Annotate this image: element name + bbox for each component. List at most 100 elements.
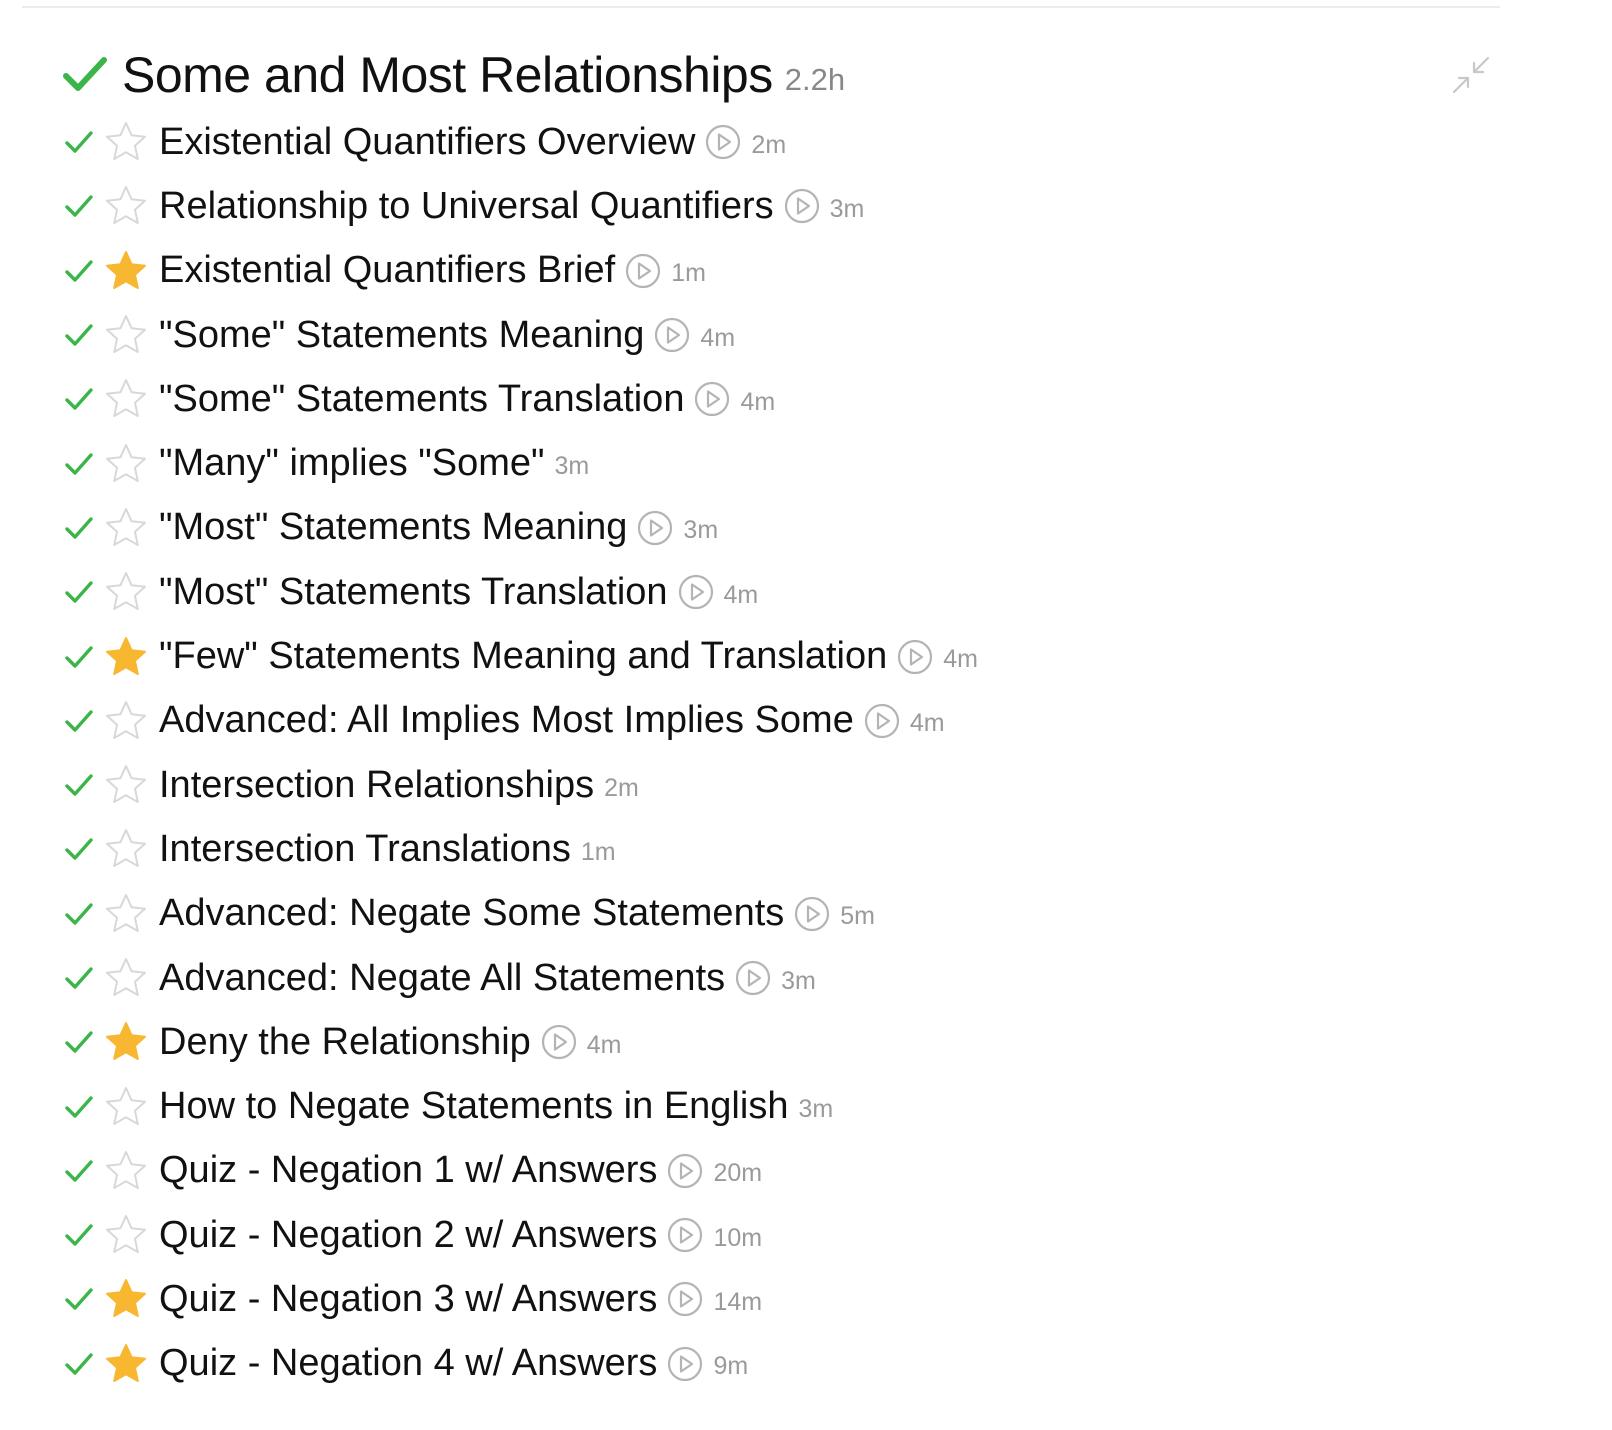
check-icon	[62, 961, 96, 995]
star-outline-icon[interactable]	[104, 827, 148, 871]
star-outline-icon[interactable]	[104, 442, 148, 486]
lesson-duration: 9m	[713, 1352, 749, 1381]
lesson-row[interactable]: Quiz - Negation 3 w/ Answers 14m	[62, 1267, 1512, 1331]
play-circle-icon[interactable]	[784, 188, 820, 224]
lesson-title: Existential Quantifiers Brief	[159, 249, 616, 292]
lesson-duration: 5m	[840, 902, 875, 931]
star-outline-icon[interactable]	[104, 699, 148, 743]
play-circle-icon[interactable]	[667, 1346, 703, 1382]
play-circle-icon[interactable]	[625, 253, 661, 289]
star-outline-icon[interactable]	[104, 763, 148, 807]
lesson-row[interactable]: Quiz - Negation 4 w/ Answers 9m	[62, 1332, 1512, 1396]
lesson-duration: 20m	[713, 1159, 763, 1188]
lesson-row[interactable]: Advanced: Negate All Statements 3m	[62, 946, 1512, 1010]
star-outline-icon[interactable]	[104, 956, 148, 1000]
lesson-duration: 10m	[713, 1223, 763, 1252]
star-outline-icon[interactable]	[104, 570, 148, 614]
lesson-title: "Many" implies "Some"	[159, 442, 545, 485]
check-icon	[62, 704, 96, 738]
play-circle-icon[interactable]	[667, 1153, 703, 1189]
lesson-row[interactable]: Existential Quantifiers Overview 2m	[62, 110, 1512, 174]
lesson-row[interactable]: Quiz - Negation 2 w/ Answers 10m	[62, 1203, 1512, 1267]
lesson-row[interactable]: Intersection Relationships 2m	[62, 753, 1512, 817]
play-circle-icon[interactable]	[654, 317, 690, 353]
play-circle-icon[interactable]	[735, 960, 771, 996]
lesson-row[interactable]: "Most" Statements Translation 4m	[62, 560, 1512, 624]
lesson-duration: 14m	[713, 1287, 763, 1316]
lesson-row[interactable]: "Many" implies "Some" 3m	[62, 431, 1512, 495]
check-icon	[62, 254, 96, 288]
check-icon	[62, 1282, 96, 1316]
lesson-title: "Some" Statements Meaning	[159, 313, 645, 356]
star-outline-icon[interactable]	[104, 1213, 148, 1257]
lesson-title: How to Negate Statements in English	[159, 1085, 789, 1128]
lesson-duration: 4m	[723, 580, 759, 609]
collapse-arrows-icon[interactable]	[1450, 54, 1492, 96]
lesson-row[interactable]: Intersection Translations 1m	[62, 817, 1512, 881]
lesson-row[interactable]: Relationship to Universal Quantifiers 3m	[62, 174, 1512, 238]
play-circle-icon[interactable]	[667, 1217, 703, 1253]
lesson-row[interactable]: Deny the Relationship 4m	[62, 1010, 1512, 1074]
lesson-row[interactable]: Advanced: Negate Some Statements 5m	[62, 882, 1512, 946]
lesson-row[interactable]: Quiz - Negation 1 w/ Answers 20m	[62, 1139, 1512, 1203]
lesson-title: Quiz - Negation 1 w/ Answers	[159, 1149, 658, 1192]
check-icon	[62, 575, 96, 609]
lesson-duration: 3m	[554, 452, 590, 481]
lesson-title: Advanced: Negate All Statements	[159, 956, 726, 999]
check-icon	[62, 1090, 96, 1124]
star-outline-icon[interactable]	[104, 506, 148, 550]
lesson-row[interactable]: "Some" Statements Meaning 4m	[62, 303, 1512, 367]
lesson-row[interactable]: Existential Quantifiers Brief 1m	[62, 239, 1512, 303]
check-icon	[62, 125, 96, 159]
lesson-duration: 3m	[829, 194, 865, 223]
play-circle-icon[interactable]	[705, 124, 741, 160]
play-circle-icon[interactable]	[678, 574, 714, 610]
lesson-title: "Most" Statements Meaning	[159, 506, 628, 549]
lesson-duration: 1m	[580, 837, 616, 866]
star-outline-icon[interactable]	[104, 892, 148, 936]
play-circle-icon[interactable]	[667, 1281, 703, 1317]
play-circle-icon[interactable]	[637, 510, 673, 546]
lesson-duration: 4m	[700, 323, 736, 352]
star-filled-icon[interactable]	[104, 249, 148, 293]
lesson-title: Advanced: All Implies Most Implies Some	[159, 699, 854, 742]
lesson-row[interactable]: Advanced: All Implies Most Implies Some …	[62, 689, 1512, 753]
lesson-row[interactable]: "Few" Statements Meaning and Translation…	[62, 624, 1512, 688]
lesson-duration: 4m	[586, 1030, 622, 1059]
lesson-duration: 3m	[683, 516, 719, 545]
lesson-title: "Few" Statements Meaning and Translation	[159, 635, 888, 678]
check-icon	[62, 1218, 96, 1252]
star-filled-icon[interactable]	[104, 1020, 148, 1064]
lesson-title: "Most" Statements Translation	[159, 570, 668, 613]
star-filled-icon[interactable]	[104, 1342, 148, 1386]
star-filled-icon[interactable]	[104, 1277, 148, 1321]
lesson-duration: 1m	[671, 259, 706, 288]
play-circle-icon[interactable]	[897, 639, 933, 675]
check-icon	[62, 897, 96, 931]
play-circle-icon[interactable]	[694, 381, 730, 417]
star-outline-icon[interactable]	[104, 1085, 148, 1129]
section-header[interactable]: Some and Most Relationships 2.2h	[62, 40, 1512, 110]
play-circle-icon[interactable]	[541, 1024, 577, 1060]
check-icon	[62, 52, 108, 98]
lesson-duration: 4m	[943, 645, 978, 674]
lesson-row[interactable]: How to Negate Statements in English 3m	[62, 1074, 1512, 1138]
star-filled-icon[interactable]	[104, 635, 148, 679]
check-icon	[62, 511, 96, 545]
play-circle-icon[interactable]	[864, 703, 900, 739]
course-section: Some and Most Relationships 2.2h Existen…	[0, 0, 1612, 1430]
play-circle-icon[interactable]	[794, 896, 830, 932]
lesson-row[interactable]: "Most" Statements Meaning 3m	[62, 496, 1512, 560]
lesson-row[interactable]: "Some" Statements Translation 4m	[62, 367, 1512, 431]
star-outline-icon[interactable]	[104, 184, 148, 228]
star-outline-icon[interactable]	[104, 1149, 148, 1193]
star-outline-icon[interactable]	[104, 313, 148, 357]
check-icon	[62, 640, 96, 674]
star-outline-icon[interactable]	[104, 120, 148, 164]
lesson-duration: 4m	[909, 709, 945, 738]
lesson-duration: 3m	[798, 1095, 834, 1124]
section-duration: 2.2h	[784, 62, 846, 97]
lesson-title: Intersection Relationships	[159, 763, 595, 806]
star-outline-icon[interactable]	[104, 377, 148, 421]
lesson-duration: 2m	[604, 773, 639, 802]
